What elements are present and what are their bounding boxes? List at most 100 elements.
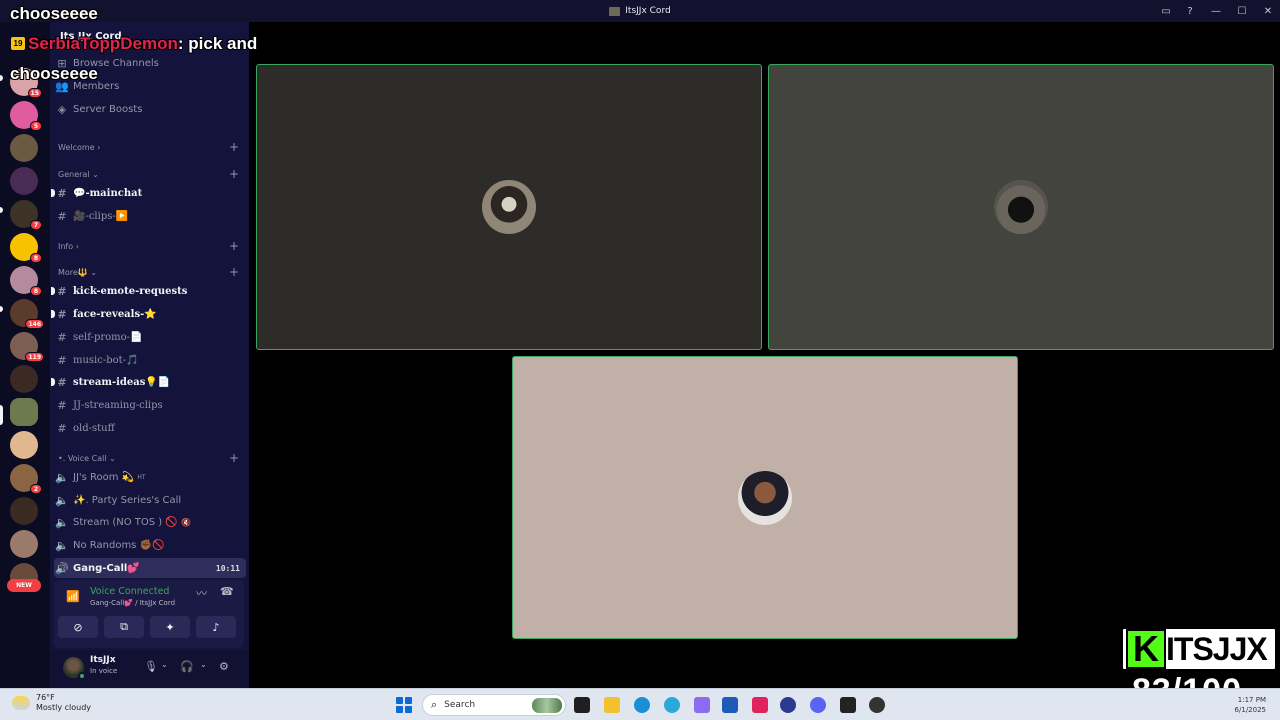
server-boosts[interactable]: ◈ Server Boosts [54,99,246,119]
discord-icon[interactable] [810,697,826,713]
overlay-text: chooseeee [10,64,98,83]
online-status-icon [78,672,86,680]
file-explorer-icon[interactable] [604,697,620,713]
overlay-chat-badge: 19 [11,37,25,50]
channel-music-bot[interactable]: # music-bot-🎵 [54,350,246,370]
noise-suppression-icon[interactable]: 〰 [196,585,207,601]
clock-time: 1:17 PM [1237,696,1266,704]
task-view-icon[interactable] [574,697,590,713]
app-icon [609,6,621,16]
video-tile[interactable] [768,64,1274,350]
speaker-icon: 🔈 [55,515,69,529]
category-more[interactable]: More🔱 ⌄ + [58,265,244,279]
clock-date: 6/1/2025 [1234,706,1266,714]
camera-off-button[interactable]: ⊘ [58,616,98,638]
server-icon[interactable]: 146 [10,299,44,329]
chevron-down-icon[interactable]: ⌄ [200,660,207,669]
server-icon[interactable] [10,134,38,162]
channel-mainchat[interactable]: # 💬-mainchat [51,183,246,203]
channel-clips[interactable]: # 🎥-clips-▶️ [54,206,246,226]
server-icon[interactable]: 5 [10,101,42,131]
close-button[interactable]: ✕ [1256,0,1280,22]
edge-icon[interactable] [634,697,650,713]
category-info[interactable]: Info › + [58,239,244,253]
category-general[interactable]: General ⌄ + [58,167,244,181]
mention-badge: 8 [30,253,42,263]
signal-icon[interactable]: 📶 [66,590,80,603]
channel-stream-ideas[interactable]: # stream-ideas💡📄 [51,372,246,392]
server-icon[interactable] [10,530,38,558]
hash-icon: # [57,353,67,367]
username[interactable]: ItsJJx [90,655,116,665]
taskbar-search[interactable]: ⌕ Search [422,694,566,716]
inbox-icon[interactable]: ▭ [1154,0,1178,22]
server-icon[interactable] [10,167,38,195]
server-icon[interactable] [10,365,38,393]
kick-overlay: K ITSJJX [1120,626,1278,672]
voice-channel-no-randoms[interactable]: 🔈 No Randoms ✊🏾🚫 [54,535,246,555]
channel-kick-emote-requests[interactable]: # kick-emote-requests [51,281,246,301]
search-highlight-image [532,698,562,713]
server-icon[interactable] [10,497,38,525]
server-icon[interactable]: 2 [10,464,42,494]
system-tray[interactable]: 1:17 PM 6/1/2025 [1235,695,1266,715]
server-unread-pill [0,306,3,312]
participant-avatar [994,180,1048,234]
settings-gear-icon[interactable]: ⚙ [219,660,229,673]
maximize-button[interactable]: ☐ [1230,0,1254,22]
server-icon[interactable]: 8 [10,233,42,263]
channel-old-stuff[interactable]: # old-stuff [54,418,246,438]
category-welcome[interactable]: Welcome › + [58,140,244,154]
epic-games-icon[interactable] [840,697,856,713]
voice-channel-party[interactable]: 🔈 ✨. Party Series's Call [54,490,246,510]
screen-share-button[interactable]: ⧉ [104,616,144,638]
obs-icon[interactable] [869,697,885,713]
headphones-icon[interactable]: 🎧 [180,660,194,673]
category-voice-call[interactable]: •. Voice Call ⌄ + [58,451,244,465]
channel-self-promo[interactable]: # self-promo-📄 [54,327,246,347]
voice-channel-jjs-room[interactable]: 🔈 JJ's Room 💫 HT [54,467,246,487]
app-icon[interactable] [694,697,710,713]
server-icon[interactable]: 7 [10,200,42,230]
activities-button[interactable]: ✦ [150,616,190,638]
add-channel-icon[interactable]: + [229,167,239,181]
room-tag: HT [137,473,146,481]
app-icon[interactable] [664,697,680,713]
voice-dot-icon: •. [58,453,68,463]
mention-badge: 5 [30,121,42,131]
server-icon[interactable]: 119 [10,332,44,362]
video-tile[interactable] [512,356,1018,639]
server-icon[interactable] [10,398,38,426]
video-tile[interactable] [256,64,762,350]
avatar[interactable] [63,657,86,680]
store-icon[interactable] [722,697,738,713]
disconnect-icon[interactable]: ☎ [220,585,234,598]
add-channel-icon[interactable]: + [229,239,239,253]
channel-jj-streaming-clips[interactable]: # JJ-streaming-clips [54,395,246,415]
app-icon[interactable] [752,697,768,713]
add-channel-icon[interactable]: + [229,265,239,279]
server-icon[interactable] [10,431,38,459]
voice-channel-gang-call[interactable]: 🔊 Gang-Call💕 10:11 [54,558,246,578]
voice-connected-panel: 📶 Voice Connected Gang-Call💕 / ItsJJx Co… [54,580,244,648]
server-rail: 15 5 7 8 8 146 119 2 NEW [0,22,50,688]
weather-widget[interactable]: 76°F Mostly cloudy [12,693,91,713]
server-icon[interactable]: 8 [10,266,42,296]
voice-channel-stream[interactable]: 🔈 Stream (NO TOS ) 🚫 🔇 [54,512,246,532]
add-channel-icon[interactable]: + [229,140,239,154]
channel-face-reveals[interactable]: # face-reveals-⭐ [51,304,246,324]
chevron-down-icon[interactable]: ⌄ [161,660,168,669]
minimize-button[interactable]: — [1204,0,1228,22]
add-channel-icon[interactable]: + [229,451,239,465]
help-icon[interactable]: ? [1178,0,1202,22]
voice-location[interactable]: Gang-Call💕 / ItsJJx Cord [90,599,175,607]
window-title: ItsJJx Cord [625,6,671,16]
voice-status[interactable]: Voice Connected [90,586,169,597]
start-button[interactable] [396,697,412,713]
speaker-icon: 🔈 [55,538,69,552]
soundboard-button[interactable]: ♪ [196,616,236,638]
app-icon[interactable] [780,697,796,713]
microphone-icon[interactable]: 🎙 [144,660,158,673]
chevron-right-icon: › [75,241,79,251]
taskbar: 76°F Mostly cloudy ⌕ Search 1:17 PM 6/1/2… [0,688,1280,720]
